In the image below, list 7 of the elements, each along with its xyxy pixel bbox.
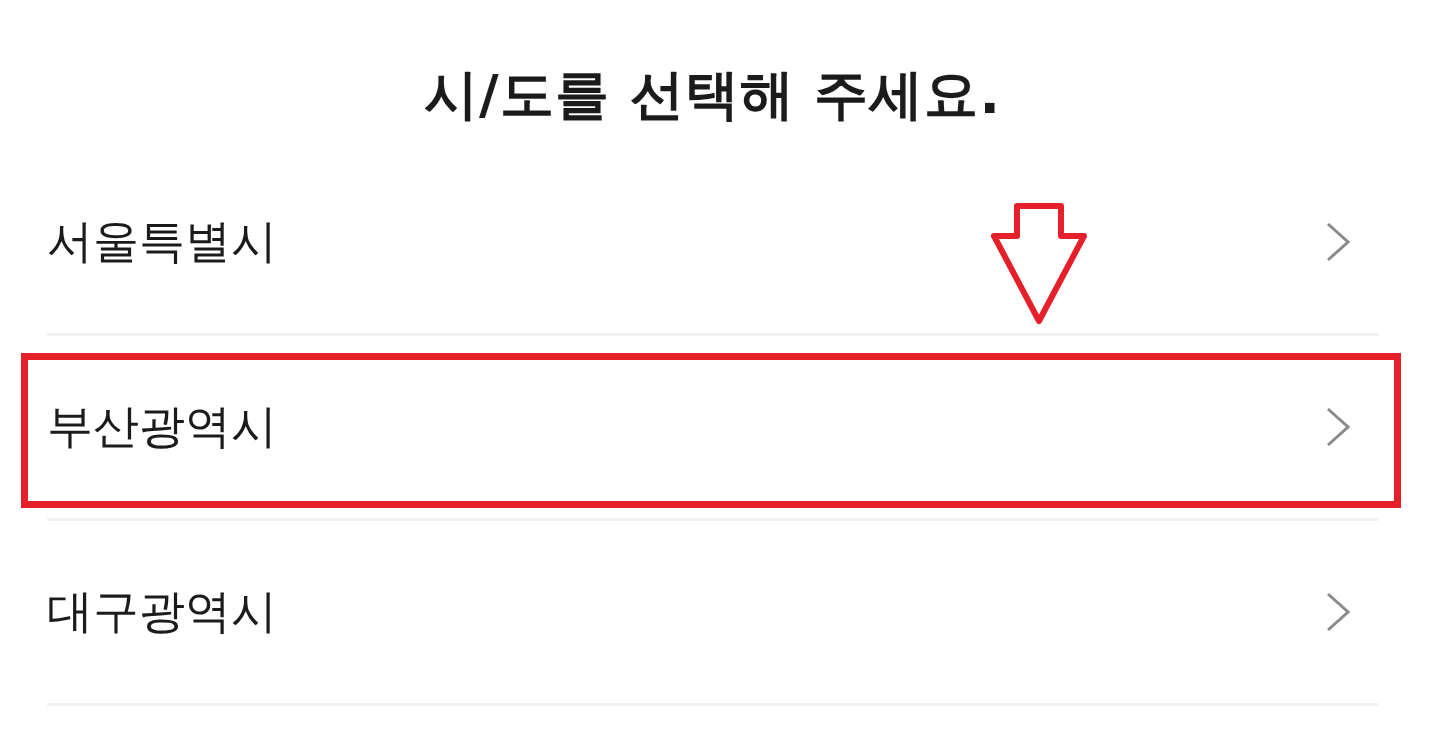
region-list-item[interactable]: 대구광역시 bbox=[47, 521, 1378, 706]
region-list-item[interactable]: 서울특별시 bbox=[47, 151, 1378, 336]
chevron-right-icon bbox=[1326, 222, 1350, 262]
chevron-right-icon bbox=[1326, 407, 1350, 447]
region-list-item[interactable]: 부산광역시 bbox=[47, 336, 1378, 521]
chevron-right-icon bbox=[1326, 592, 1350, 632]
page-title: 시/도를 선택해 주세요. bbox=[424, 62, 1001, 128]
